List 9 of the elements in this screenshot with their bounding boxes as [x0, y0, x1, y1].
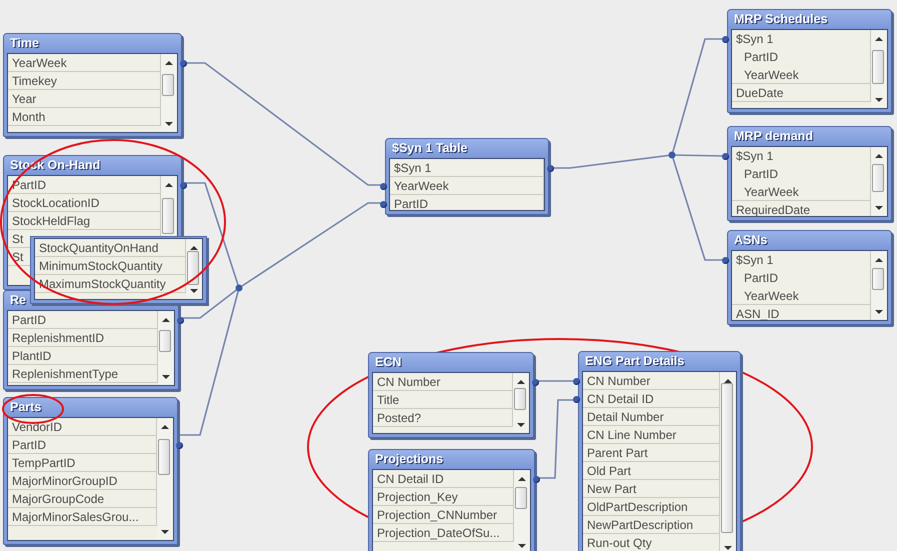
table-title: $Syn 1 Table	[386, 139, 548, 158]
table-title: ENG Part Details	[579, 352, 740, 371]
table-title: Projections	[369, 450, 534, 469]
table-title: MRP Schedules	[728, 10, 891, 29]
table-title: Parts	[4, 398, 177, 417]
table-title: ASNs	[728, 231, 891, 250]
table-title: MRP demand	[728, 127, 891, 146]
table-title: Time	[4, 34, 181, 53]
table-title: ECN	[369, 353, 533, 372]
